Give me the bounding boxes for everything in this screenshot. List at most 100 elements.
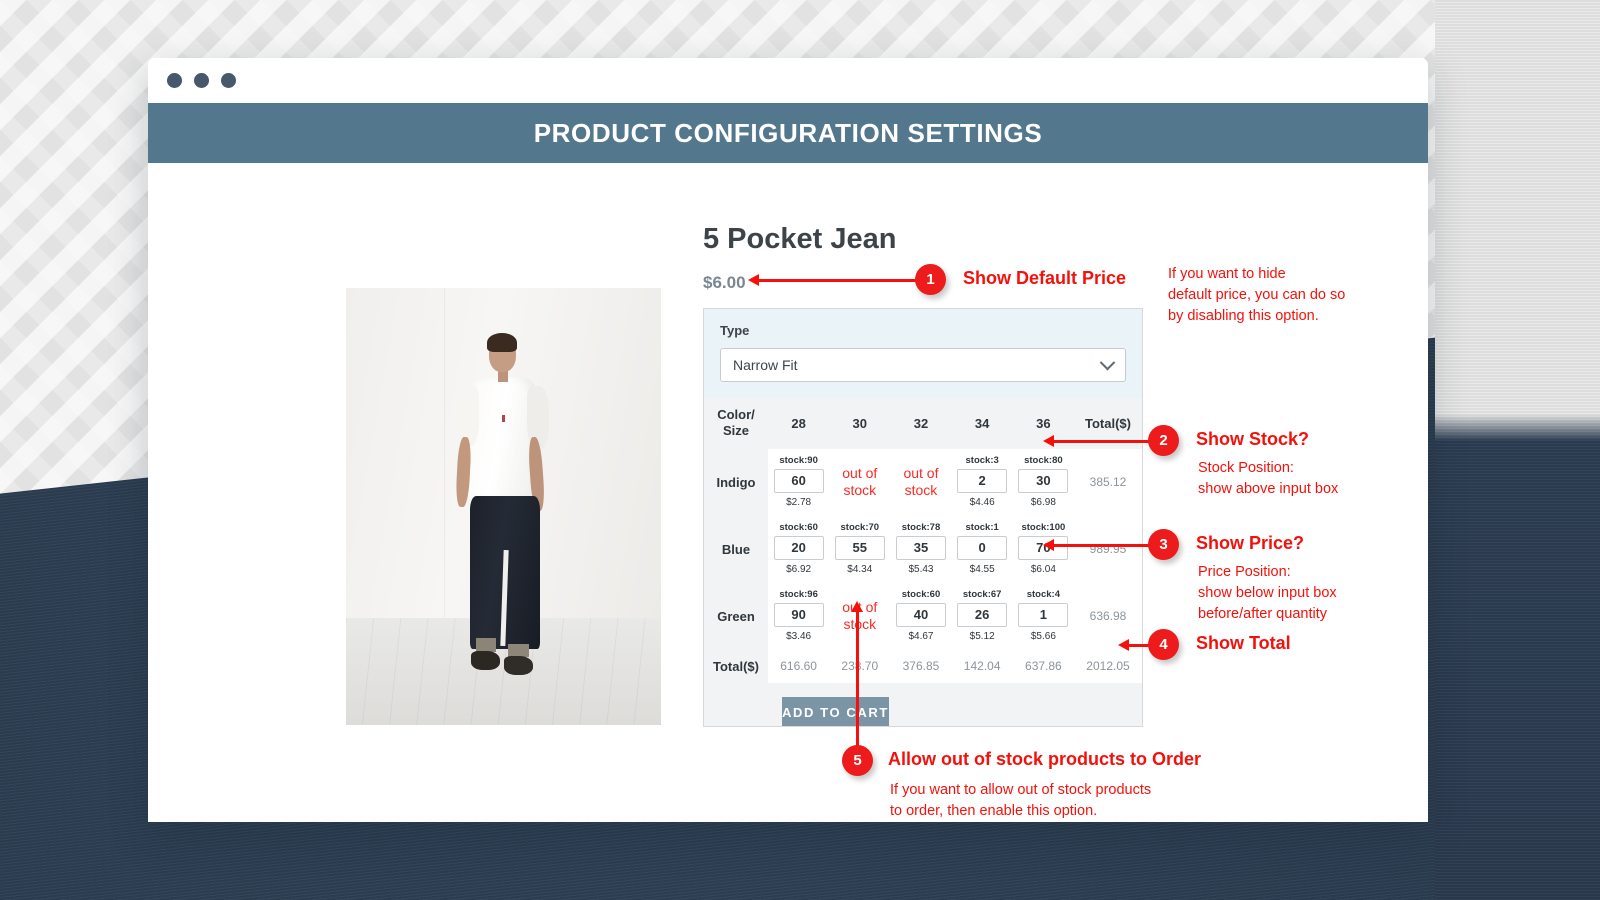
type-select-value: Narrow Fit xyxy=(733,357,798,373)
callout-line-2 xyxy=(1051,440,1151,443)
unit-price-label: $6.98 xyxy=(1030,496,1056,508)
variant-cell: stock:3 2 $4.46 xyxy=(951,448,1013,516)
table-row: Indigo stock:90 60 $2.78 out of stock out of … xyxy=(704,448,1142,516)
quantity-input[interactable]: 26 xyxy=(957,602,1008,627)
variant-cell: stock:60 20 $6.92 xyxy=(768,515,830,583)
unit-price-label: $6.04 xyxy=(1030,563,1056,575)
stock-label: stock:100 xyxy=(1021,521,1066,533)
callout-heading-3: Show Price? xyxy=(1196,533,1305,553)
column-total-0: 616.60 xyxy=(768,649,830,683)
product-default-price: $6.00 xyxy=(703,273,746,292)
variant-cell: stock:78 35 $5.43 xyxy=(890,515,952,583)
background-dark-right-edge xyxy=(1435,0,1600,900)
callout-body-3: Price Position: show below input box bef… xyxy=(1198,564,1337,623)
window-dot-close-icon[interactable] xyxy=(167,73,182,88)
cart-section: ADD TO CART xyxy=(704,682,1142,726)
stock-label: stock:3 xyxy=(965,454,999,466)
callout-line-5 xyxy=(856,611,859,751)
unit-price-label: $4.46 xyxy=(969,496,995,508)
color-row-label: Blue xyxy=(704,515,768,583)
callout-heading-5: Allow out of stock products to Order xyxy=(888,749,1202,769)
quantity-input[interactable]: 90 xyxy=(773,602,824,627)
quantity-input[interactable]: 35 xyxy=(895,535,946,560)
unit-price-label: $5.43 xyxy=(908,563,934,575)
size-header-1: 30 xyxy=(829,398,891,449)
color-row-label: Indigo xyxy=(704,448,768,516)
unit-price-label: $2.78 xyxy=(786,496,812,508)
variant-cell: stock:67 26 $5.12 xyxy=(951,582,1013,650)
stock-label: stock:90 xyxy=(779,454,818,466)
stock-label: stock:60 xyxy=(779,521,818,533)
quantity-input[interactable]: 30 xyxy=(1018,468,1069,493)
matrix-body: Indigo stock:90 60 $2.78 out of stock out of … xyxy=(704,448,1142,650)
type-select[interactable]: Narrow Fit xyxy=(720,348,1126,382)
size-header-0: 28 xyxy=(768,398,830,449)
unit-price-label: $4.55 xyxy=(969,563,995,575)
chevron-down-icon xyxy=(1099,354,1116,370)
callout-heading-2: Show Stock? xyxy=(1196,429,1310,449)
out-of-stock-label: out of stock xyxy=(903,464,939,499)
product-title: 5 Pocket Jean xyxy=(703,223,897,255)
callout-body-1: If you want to hide default price, you c… xyxy=(1168,266,1346,325)
callout-badge-5: 5 xyxy=(842,745,873,776)
row-total: 989.95 xyxy=(1074,515,1142,583)
out-of-stock-label: out of stock xyxy=(842,464,878,499)
page-content: 5 Pocket Jean $6.00 Type Narrow Fit Colo… xyxy=(148,163,1428,822)
variant-cell: stock:60 40 $4.67 xyxy=(890,582,952,650)
unit-price-label: $4.67 xyxy=(908,630,934,642)
product-image xyxy=(346,288,661,725)
callout-heading-1: Show Default Price xyxy=(963,268,1127,288)
stock-label: stock:4 xyxy=(1026,588,1060,600)
variant-cell: stock:70 55 $4.34 xyxy=(829,515,891,583)
size-header-3: 34 xyxy=(951,398,1013,449)
add-to-cart-button[interactable]: ADD TO CART xyxy=(782,696,889,726)
quantity-input[interactable]: 20 xyxy=(773,535,824,560)
callout-arrow-4 xyxy=(1118,639,1129,651)
app-header: PRODUCT CONFIGURATION SETTINGS xyxy=(148,103,1428,163)
column-total-1: 238.70 xyxy=(829,649,891,683)
quantity-input[interactable]: 60 xyxy=(773,468,824,493)
variant-cell: stock:1 0 $4.55 xyxy=(951,515,1013,583)
type-selector-section: Type Narrow Fit xyxy=(704,309,1142,398)
row-total: 385.12 xyxy=(1074,448,1142,516)
callout-badge-3: 3 xyxy=(1148,529,1179,560)
total-row-label: Total($) xyxy=(704,649,768,683)
window-dot-maximize-icon[interactable] xyxy=(221,73,236,88)
table-row: Blue stock:60 20 $6.92 stock:70 55 $4.34 stock:… xyxy=(704,515,1142,583)
variant-cell: stock:80 30 $6.98 xyxy=(1012,448,1074,516)
callout-line-1 xyxy=(756,279,918,282)
callout-badge-2: 2 xyxy=(1148,425,1179,456)
callout-arrow-2 xyxy=(1043,435,1054,447)
quantity-input[interactable]: 1 xyxy=(1018,602,1069,627)
unit-price-label: $5.12 xyxy=(969,630,995,642)
callout-line-3 xyxy=(1051,544,1151,547)
grand-total: 2012.05 xyxy=(1074,649,1142,683)
variant-cell: out of stock xyxy=(829,448,891,516)
color-row-label: Green xyxy=(704,582,768,650)
unit-price-label: $3.46 xyxy=(786,630,812,642)
column-total-2: 376.85 xyxy=(890,649,952,683)
variant-cell: out of stock xyxy=(890,448,952,516)
stock-label: stock:67 xyxy=(962,588,1002,600)
matrix-corner-label: Color/ Size xyxy=(704,398,768,449)
callout-heading-4: Show Total xyxy=(1196,633,1291,653)
callout-arrow-3 xyxy=(1043,539,1054,551)
type-label: Type xyxy=(720,323,750,338)
stock-label: stock:96 xyxy=(779,588,818,600)
table-row: Green stock:96 90 $3.46 out of stock stock:60… xyxy=(704,582,1142,650)
quantity-input[interactable]: 40 xyxy=(895,602,946,627)
column-total-3: 142.04 xyxy=(951,649,1013,683)
stock-label: stock:80 xyxy=(1024,454,1063,466)
callout-body-5: If you want to allow out of stock produc… xyxy=(890,782,1152,820)
column-total-4: 637.86 xyxy=(1012,649,1074,683)
window-dot-minimize-icon[interactable] xyxy=(194,73,209,88)
quantity-input[interactable]: 0 xyxy=(957,535,1008,560)
quantity-input[interactable]: 55 xyxy=(834,535,885,560)
size-header-2: 32 xyxy=(890,398,952,449)
quantity-input[interactable]: 2 xyxy=(957,468,1008,493)
browser-titlebar xyxy=(148,58,1428,103)
variant-cell: out of stock xyxy=(829,582,891,650)
variant-cell: stock:96 90 $3.46 xyxy=(768,582,830,650)
variant-cell: stock:90 60 $2.78 xyxy=(768,448,830,516)
variant-cell: stock:4 1 $5.66 xyxy=(1012,582,1074,650)
